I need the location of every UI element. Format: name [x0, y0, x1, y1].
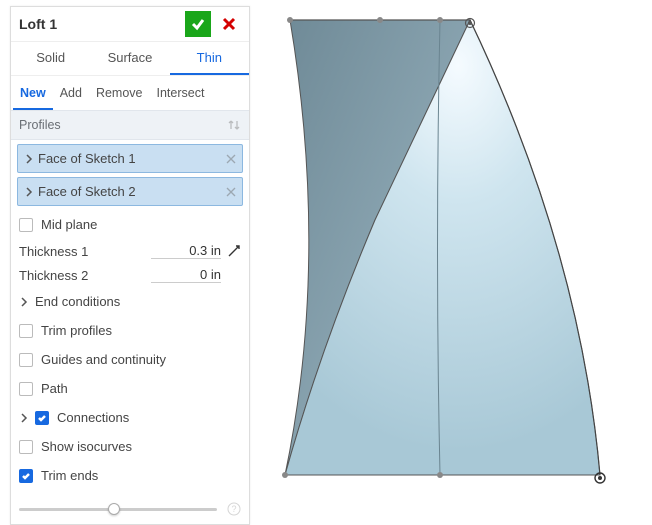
titlebar: Loft 1: [11, 7, 249, 41]
confirm-button[interactable]: [185, 11, 211, 37]
option-show-isocurves[interactable]: Show isocurves: [11, 432, 249, 461]
slider-thumb[interactable]: [108, 503, 120, 515]
chevron-right-icon: [19, 413, 29, 423]
feature-title: Loft 1: [19, 16, 185, 32]
profiles-label: Profiles: [19, 118, 61, 132]
profile-item-1[interactable]: Face of Sketch 1: [17, 144, 243, 173]
checkbox-trim-profiles[interactable]: [19, 324, 33, 338]
op-new[interactable]: New: [13, 78, 53, 110]
op-intersect[interactable]: Intersect: [150, 78, 212, 110]
model-preview: [260, 0, 652, 510]
thickness1-input[interactable]: [151, 243, 221, 259]
operation-tabs: New Add Remove Intersect: [11, 75, 249, 110]
quality-slider[interactable]: [19, 508, 217, 511]
chevron-right-icon: [24, 154, 34, 164]
cancel-button[interactable]: [217, 12, 241, 36]
checkbox-show-isocurves[interactable]: [19, 440, 33, 454]
option-trim-profiles[interactable]: Trim profiles: [11, 316, 249, 345]
chevron-right-icon: [24, 187, 34, 197]
op-remove[interactable]: Remove: [89, 78, 150, 110]
sort-icon[interactable]: [227, 118, 241, 132]
checkbox-mid-plane[interactable]: [19, 218, 33, 232]
measure-icon[interactable]: [227, 244, 241, 258]
checkbox-connections[interactable]: [35, 411, 49, 425]
option-guides[interactable]: Guides and continuity: [11, 345, 249, 374]
option-mid-plane[interactable]: Mid plane: [11, 210, 249, 239]
checkbox-path[interactable]: [19, 382, 33, 396]
checkbox-guides[interactable]: [19, 353, 33, 367]
label-guides: Guides and continuity: [41, 352, 166, 367]
profile-label: Face of Sketch 2: [38, 184, 136, 199]
help-icon[interactable]: ?: [227, 502, 241, 516]
end-conditions-label: End conditions: [35, 294, 120, 309]
profile-item-2[interactable]: Face of Sketch 2: [17, 177, 243, 206]
option-trim-ends[interactable]: Trim ends: [11, 461, 249, 490]
remove-profile-icon[interactable]: [226, 154, 236, 164]
body-type-tabs: Solid Surface Thin: [11, 41, 249, 75]
label-path: Path: [41, 381, 68, 396]
label-connections: Connections: [57, 410, 129, 425]
tab-surface[interactable]: Surface: [90, 42, 169, 75]
label-show-isocurves: Show isocurves: [41, 439, 132, 454]
option-connections[interactable]: Connections: [11, 403, 249, 432]
profiles-header: Profiles: [11, 110, 249, 140]
profile-label: Face of Sketch 1: [38, 151, 136, 166]
thickness2-input[interactable]: [151, 267, 221, 283]
op-add[interactable]: Add: [53, 78, 89, 110]
tab-thin[interactable]: Thin: [170, 42, 249, 75]
chevron-right-icon: [19, 297, 29, 307]
tab-solid[interactable]: Solid: [11, 42, 90, 75]
feature-panel: Loft 1 Solid Surface Thin New Add Remove…: [10, 6, 250, 525]
thickness2-row: Thickness 2: [11, 263, 249, 287]
quality-slider-row: ?: [11, 490, 249, 524]
label-mid-plane: Mid plane: [41, 217, 97, 232]
label-trim-ends: Trim ends: [41, 468, 98, 483]
svg-text:?: ?: [231, 504, 236, 514]
thickness2-label: Thickness 2: [19, 268, 151, 283]
end-conditions-row[interactable]: End conditions: [11, 287, 249, 316]
label-trim-profiles: Trim profiles: [41, 323, 112, 338]
close-icon: [221, 16, 237, 32]
checkbox-trim-ends[interactable]: [19, 469, 33, 483]
thickness1-row: Thickness 1: [11, 239, 249, 263]
option-path[interactable]: Path: [11, 374, 249, 403]
viewport-3d[interactable]: [260, 0, 652, 510]
remove-profile-icon[interactable]: [226, 187, 236, 197]
check-icon: [190, 16, 206, 32]
thickness1-label: Thickness 1: [19, 244, 151, 259]
